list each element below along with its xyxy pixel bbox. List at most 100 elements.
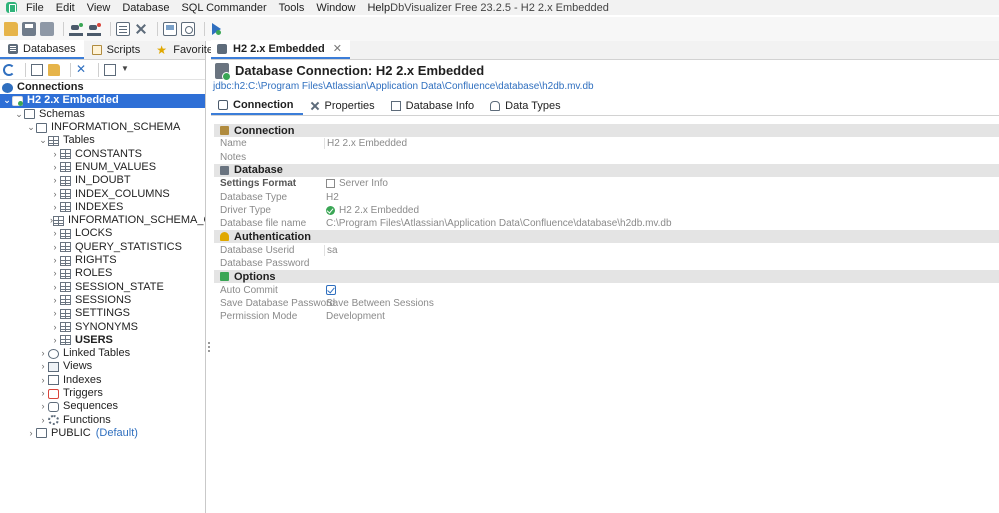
tools-icon[interactable]	[134, 22, 148, 36]
chevron-right-icon[interactable]: ›	[50, 227, 60, 240]
pane-splitter[interactable]	[208, 342, 210, 352]
chevron-right-icon[interactable]: ›	[50, 334, 60, 347]
settings-format-select[interactable]: Server Info	[324, 178, 999, 189]
new-sql-commander-icon[interactable]	[116, 22, 130, 36]
tree-node-table[interactable]: › ROLES	[0, 267, 205, 280]
chevron-right-icon[interactable]: ›	[50, 174, 60, 187]
save-icon[interactable]	[22, 22, 36, 36]
menu-help[interactable]: Help	[367, 2, 390, 14]
run-icon[interactable]	[210, 22, 224, 36]
chevron-right-icon[interactable]: ›	[50, 161, 60, 174]
chevron-right-icon[interactable]: ›	[38, 387, 48, 400]
tree-node-table[interactable]: › ENUM_VALUES	[0, 161, 205, 174]
tab-database-info[interactable]: Database Info	[384, 96, 484, 115]
menu-file[interactable]: File	[26, 2, 44, 14]
chevron-right-icon[interactable]: ›	[38, 400, 48, 413]
tree-node-connection[interactable]: ⌄ H2 2.x Embedded	[0, 94, 205, 108]
menu-view[interactable]: View	[87, 2, 111, 14]
chevron-right-icon[interactable]: ›	[50, 148, 60, 161]
tab-scripts[interactable]: Scripts	[84, 40, 149, 59]
chevron-right-icon[interactable]: ›	[50, 307, 60, 320]
chevron-right-icon[interactable]: ›	[38, 374, 48, 387]
permission-mode-select[interactable]: Development	[324, 311, 999, 322]
menu-tools[interactable]: Tools	[279, 2, 305, 14]
connection-url[interactable]: jdbc:h2:C:\Program Files\Atlassian\Appli…	[213, 81, 594, 92]
chevron-down-icon[interactable]: ⌄	[26, 121, 36, 134]
driver-type-select[interactable]: H2 2.x Embedded	[324, 205, 999, 216]
menu-sql-commander[interactable]: SQL Commander	[181, 2, 266, 14]
tab-h2-embedded[interactable]: H2 2.x Embedded ✕	[211, 40, 350, 59]
chevron-right-icon[interactable]: ›	[50, 188, 60, 201]
tree-node-table[interactable]: › RIGHTS	[0, 254, 205, 267]
filter-icon[interactable]	[104, 63, 116, 76]
menu-database[interactable]: Database	[122, 2, 169, 14]
tree-node-table[interactable]: › QUERY_STATISTICS	[0, 241, 205, 254]
tree-node-linked-tables[interactable]: › Linked Tables	[0, 347, 205, 360]
chevron-down-icon[interactable]: ⌄	[2, 94, 12, 107]
new-folder-icon[interactable]	[48, 63, 60, 76]
tab-data-types[interactable]: Data Types	[483, 96, 569, 115]
section-connection[interactable]: Connection	[214, 124, 999, 137]
chevron-right-icon[interactable]: ›	[50, 267, 60, 280]
tree-node-connections[interactable]: Connections	[0, 81, 205, 94]
chevron-right-icon[interactable]: ›	[50, 294, 60, 307]
section-options[interactable]: Options	[214, 270, 999, 284]
chevron-right-icon[interactable]: ›	[50, 201, 60, 214]
connect-icon[interactable]	[69, 22, 83, 36]
chevron-right-icon[interactable]: ›	[38, 347, 48, 360]
license-icon[interactable]	[181, 22, 195, 36]
new-connection-icon[interactable]	[31, 63, 43, 76]
name-field[interactable]: H2 2.x Embedded	[324, 138, 999, 150]
tree-node-table[interactable]: › IN_DOUBT	[0, 174, 205, 187]
tree-node-table[interactable]: › LOCKS	[0, 227, 205, 240]
refresh-icon[interactable]	[3, 63, 15, 76]
section-database[interactable]: Database	[214, 163, 999, 177]
tree-node-public-schema[interactable]: › PUBLIC (Default)	[0, 427, 205, 440]
collapse-all-icon[interactable]	[76, 62, 88, 76]
menu-window[interactable]: Window	[316, 2, 355, 14]
save-all-icon[interactable]	[40, 22, 54, 36]
chevron-right-icon[interactable]: ›	[38, 414, 48, 427]
tree-node-triggers[interactable]: › Triggers	[0, 387, 205, 400]
disconnect-icon[interactable]	[87, 22, 101, 36]
chevron-down-icon[interactable]: ▼	[121, 64, 129, 76]
tree-node-schema[interactable]: ⌄ INFORMATION_SCHEMA	[0, 121, 205, 134]
chevron-right-icon[interactable]: ›	[38, 360, 48, 373]
tree-node-table[interactable]: › CONSTANTS	[0, 148, 205, 161]
tree-node-functions[interactable]: › Functions	[0, 414, 205, 427]
tab-properties[interactable]: Properties	[303, 96, 384, 115]
save-password-select[interactable]: Save Between Sessions	[324, 298, 999, 309]
chevron-right-icon[interactable]: ›	[50, 241, 60, 254]
chevron-right-icon[interactable]: ›	[50, 254, 60, 267]
tab-databases[interactable]: Databases	[0, 40, 84, 59]
tree-node-table[interactable]: › SETTINGS	[0, 307, 205, 320]
tree-node-table[interactable]: › INFORMATION_SCHEMA_CATALOG	[0, 214, 205, 227]
tree-node-table[interactable]: › SYNONYMS	[0, 320, 205, 333]
tree-node-indexes[interactable]: › Indexes	[0, 374, 205, 387]
userid-field[interactable]: sa	[324, 244, 999, 256]
open-file-icon[interactable]	[4, 22, 18, 36]
monitor-icon[interactable]	[163, 22, 177, 36]
section-authentication[interactable]: Authentication	[214, 230, 999, 244]
tree-node-label: SESSION_STATE	[75, 280, 164, 293]
chevron-right-icon[interactable]: ›	[50, 321, 60, 334]
chevron-right-icon[interactable]: ›	[50, 281, 60, 294]
tree-node-table[interactable]: › INDEX_COLUMNS	[0, 187, 205, 200]
chevron-right-icon[interactable]: ›	[26, 427, 36, 440]
tree-node-table[interactable]: › USERS	[0, 334, 205, 347]
tree-node-table[interactable]: › INDEXES	[0, 201, 205, 214]
chevron-down-icon[interactable]: ⌄	[38, 134, 48, 147]
tab-connection[interactable]: Connection	[211, 96, 303, 115]
file-name-field[interactable]: C:\Program Files\Atlassian\Application D…	[324, 218, 999, 229]
tree-node-table[interactable]: › SESSIONS	[0, 294, 205, 307]
database-type-select[interactable]: H2	[324, 192, 999, 203]
tree-node-schemas[interactable]: ⌄ Schemas	[0, 108, 205, 121]
tree-node-sequences[interactable]: › Sequences	[0, 400, 205, 413]
close-icon[interactable]: ✕	[333, 42, 342, 55]
tree-node-tables[interactable]: ⌄ Tables	[0, 134, 205, 147]
tree-node-views[interactable]: › Views	[0, 360, 205, 373]
chevron-down-icon[interactable]: ⌄	[14, 108, 24, 121]
tree-node-table[interactable]: › SESSION_STATE	[0, 281, 205, 294]
auto-commit-checkbox[interactable]	[326, 285, 336, 296]
menu-edit[interactable]: Edit	[56, 2, 75, 14]
